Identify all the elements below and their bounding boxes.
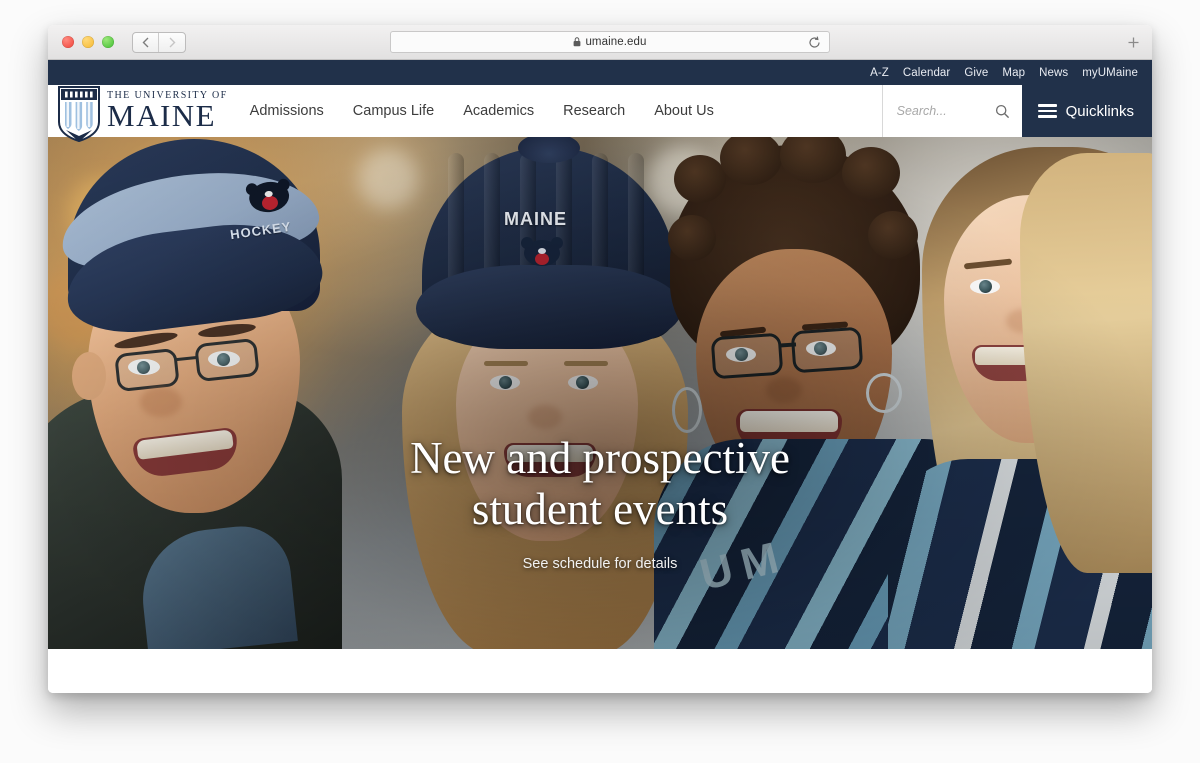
- maximize-window-button[interactable]: [102, 36, 114, 48]
- new-tab-button[interactable]: [1122, 32, 1144, 52]
- reload-icon: [809, 36, 820, 48]
- hero-text-block: New and prospective student events See s…: [48, 433, 1152, 572]
- hoop-earring-right: [866, 373, 902, 413]
- hero-title: New and prospective student events: [320, 433, 880, 536]
- chevron-left-icon: [142, 37, 149, 47]
- nav-item-research[interactable]: Research: [563, 103, 625, 119]
- utility-link-give[interactable]: Give: [964, 67, 988, 79]
- student-photo-subject-1: HOCKEY: [48, 137, 422, 649]
- search-box[interactable]: [881, 85, 1022, 137]
- quicklinks-button[interactable]: Quicklinks: [1021, 85, 1152, 137]
- hero-title-line-2: student events: [471, 484, 729, 535]
- minimize-window-button[interactable]: [82, 36, 94, 48]
- utility-link-az[interactable]: A-Z: [870, 67, 889, 79]
- glasses-right-lens: [194, 337, 260, 383]
- search-input[interactable]: [896, 104, 992, 118]
- site-logo[interactable]: THE UNIVERSITY OF MAINE: [48, 80, 228, 142]
- main-nav: Admissions Campus Life Academics Researc…: [250, 103, 714, 119]
- lock-icon: [574, 37, 581, 47]
- reload-button[interactable]: [807, 35, 822, 50]
- student-photo-subject-4: [888, 137, 1152, 649]
- hero-photo-students: HOCKEY MAINE UM: [48, 137, 1152, 649]
- address-bar[interactable]: umaine.edu: [390, 31, 830, 53]
- hero-banner[interactable]: HOCKEY MAINE UM New and prospective stud…: [48, 137, 1152, 649]
- umaine-crest-icon: [58, 86, 100, 142]
- glasses-left-lens-3: [710, 332, 784, 380]
- window-controls: [62, 36, 114, 48]
- address-bar-content: umaine.edu: [573, 36, 646, 48]
- browser-titlebar: umaine.edu: [48, 25, 1152, 60]
- nav-item-academics[interactable]: Academics: [463, 103, 534, 119]
- logo-main-line: MAINE: [107, 98, 217, 134]
- forward-button[interactable]: [159, 33, 185, 52]
- nav-item-campus-life[interactable]: Campus Life: [353, 103, 434, 119]
- nav-item-about-us[interactable]: About Us: [654, 103, 714, 119]
- content-area-below-hero: [48, 649, 1152, 693]
- site-header: THE UNIVERSITY OF MAINE Admissions Campu…: [48, 85, 1152, 142]
- nav-item-admissions[interactable]: Admissions: [250, 103, 324, 119]
- logo-wordmark: THE UNIVERSITY OF MAINE: [107, 91, 228, 131]
- browser-window: umaine.edu A-Z Calendar Give Map News my…: [48, 25, 1152, 693]
- hero-subtitle: See schedule for details: [522, 555, 678, 572]
- hamburger-icon: [1037, 104, 1057, 118]
- hoop-earring-left: [672, 387, 702, 433]
- header-right: Quicklinks: [881, 85, 1152, 137]
- url-text: umaine.edu: [585, 36, 647, 48]
- page-content: A-Z Calendar Give Map News myUMaine THE …: [48, 60, 1152, 693]
- close-window-button[interactable]: [62, 36, 74, 48]
- black-bear-logo-icon-2: [516, 233, 568, 276]
- utility-link-myumaine[interactable]: myUMaine: [1082, 67, 1138, 79]
- black-bear-logo-icon: [237, 171, 300, 221]
- glasses-right-lens-3: [790, 326, 864, 374]
- utility-link-news[interactable]: News: [1039, 67, 1068, 79]
- quicklinks-label: Quicklinks: [1065, 102, 1134, 120]
- plus-icon: [1128, 37, 1138, 47]
- utility-link-calendar[interactable]: Calendar: [903, 67, 950, 79]
- search-icon[interactable]: [995, 104, 1010, 119]
- utility-link-map[interactable]: Map: [1002, 67, 1025, 79]
- hat-maine-text: MAINE: [504, 209, 567, 229]
- chevron-right-icon: [169, 37, 175, 47]
- glasses-left-lens: [114, 347, 180, 393]
- navigation-buttons: [132, 31, 186, 53]
- back-button[interactable]: [133, 32, 159, 52]
- hero-title-line-1: New and prospective: [410, 433, 790, 483]
